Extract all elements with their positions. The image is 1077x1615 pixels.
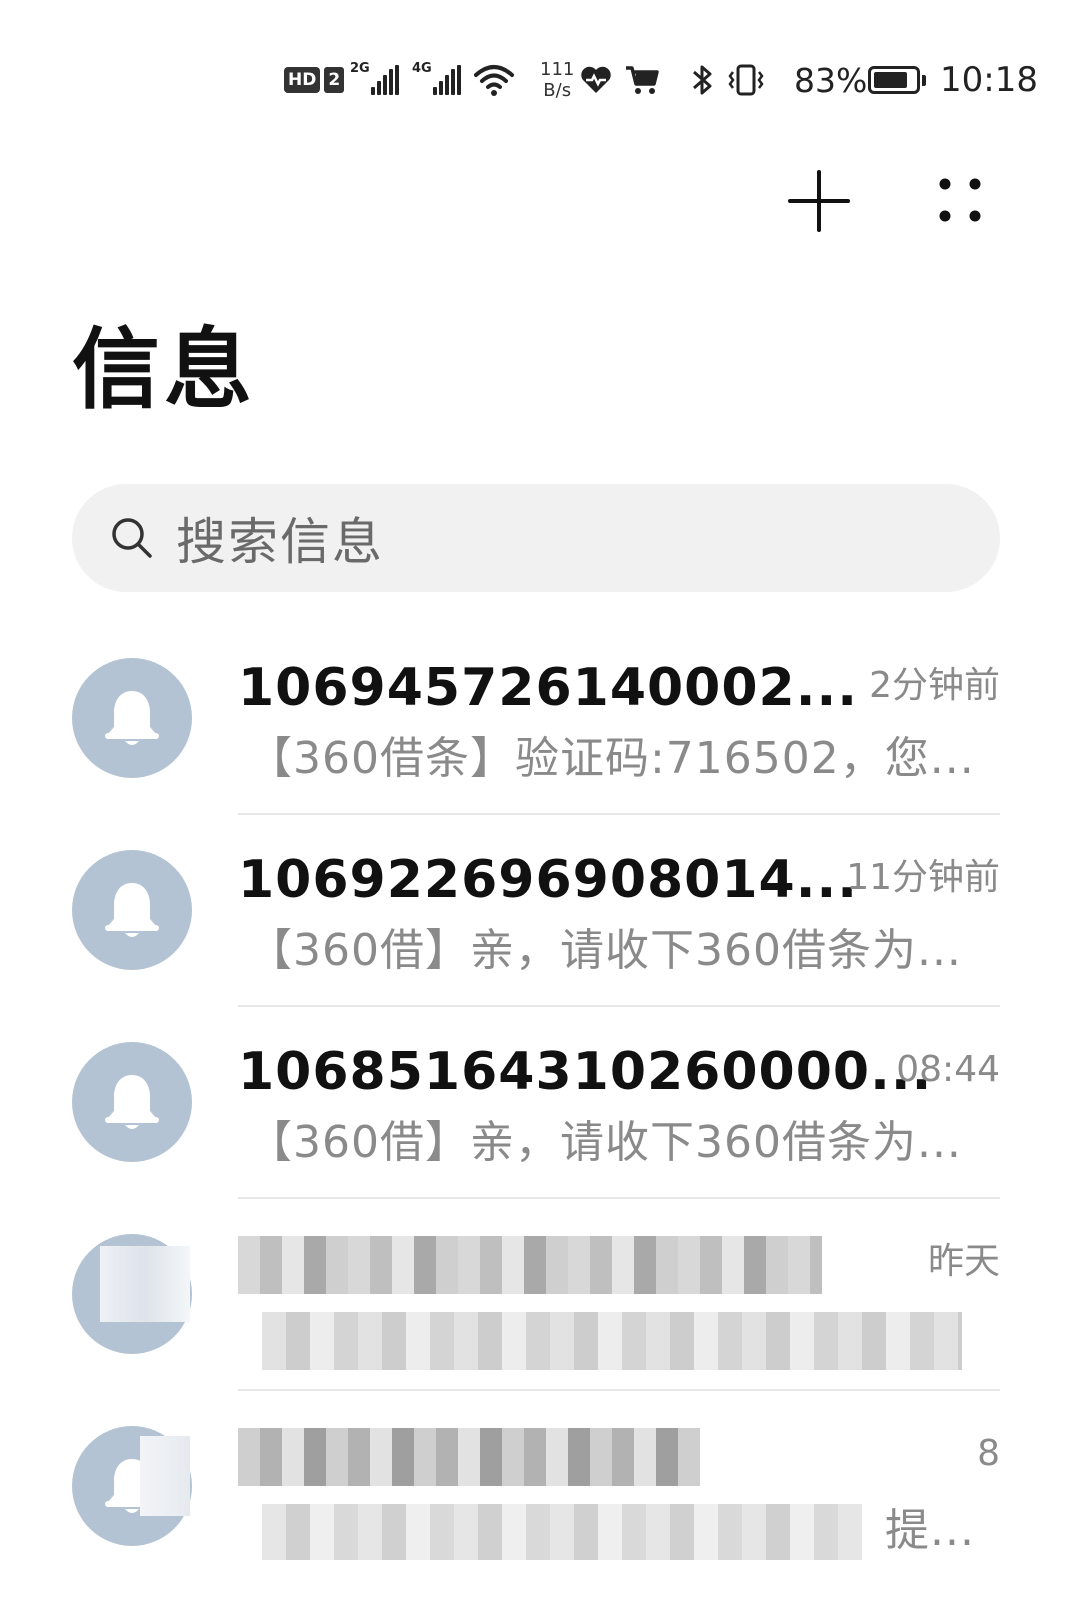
message-preview: 【360借】亲，请收下360借条为... [248,1117,962,1168]
more-dots-icon [939,178,981,222]
bell-icon [105,691,159,745]
avatar [72,1042,192,1162]
network-type-2g: 2G [350,60,370,76]
message-preview: 【360借条】验证码:716502，您... [248,733,975,784]
message-preview: 【360借】亲，请收下360借条为... [248,925,962,976]
message-time: 08:44 [896,1049,1000,1090]
divider [238,813,1000,815]
conversation-list: 106945726140002... 2分钟前 【360借条】验证码:71650… [0,640,1077,1600]
bell-icon [105,1075,159,1129]
redaction-mosaic [238,1236,822,1294]
sender-name: 10685164310260000... [238,1042,933,1102]
hd-icon: HD 2 [284,50,345,110]
speed-unit: B/s [543,80,572,101]
redaction-mosaic [140,1436,190,1516]
message-preview: 提... [885,1505,975,1556]
wifi-icon [474,50,514,110]
status-bar: HD 2 2G 4G 111 B/s 83% 10:18 [0,50,1077,110]
divider [238,1005,1000,1007]
new-message-button[interactable] [788,170,850,232]
plus-icon [788,170,850,232]
sender-name: 106922696908014... [238,850,858,910]
more-options-button[interactable] [935,170,991,232]
redaction-mosaic [262,1504,862,1560]
network-type-4g: 4G [412,60,432,76]
battery-percent: 83% [794,60,868,100]
sim2-icon: 2 [324,67,345,93]
message-time: 8 [977,1433,1000,1474]
search-input[interactable]: 搜索信息 [176,502,384,574]
message-time: 11分钟前 [846,857,1000,898]
redaction-mosaic [262,1312,962,1370]
signal-4g-icon: 4G [412,50,463,110]
avatar [72,850,192,970]
divider [238,1389,1000,1391]
sender-name: 106945726140002... [238,658,858,718]
shopping-cart-icon [624,50,660,110]
speed-value: 111 [540,59,575,80]
message-time: 昨天 [927,1241,1000,1282]
message-time: 2分钟前 [869,665,1000,706]
network-speed: 111 B/s [540,50,574,110]
redaction-mosaic [238,1428,700,1486]
clock: 10:18 [940,60,1038,100]
redaction-mosaic [100,1246,190,1322]
conversation-item[interactable]: 106945726140002... 2分钟前 【360借条】验证码:71650… [0,640,1077,832]
battery-icon [868,50,926,110]
bell-icon [105,883,159,937]
bluetooth-icon [690,50,716,110]
battery-body [868,66,920,94]
health-icon [580,50,612,110]
signal-2g-icon: 2G [350,50,401,110]
conversation-item-redacted[interactable]: 昨天 [0,1216,1077,1408]
page-title: 信息 [72,318,257,421]
hd-label: HD [284,67,321,93]
conversation-item-redacted[interactable]: 8 提... [0,1408,1077,1600]
search-icon [112,518,152,558]
divider [238,1197,1000,1199]
search-bar[interactable]: 搜索信息 [72,484,1000,592]
avatar [72,658,192,778]
conversation-item[interactable]: 10685164310260000... 08:44 【360借】亲，请收下36… [0,1024,1077,1216]
battery-fill [874,72,908,88]
vibrate-icon [724,50,768,110]
conversation-item[interactable]: 106922696908014... 11分钟前 【360借】亲，请收下360借… [0,832,1077,1024]
